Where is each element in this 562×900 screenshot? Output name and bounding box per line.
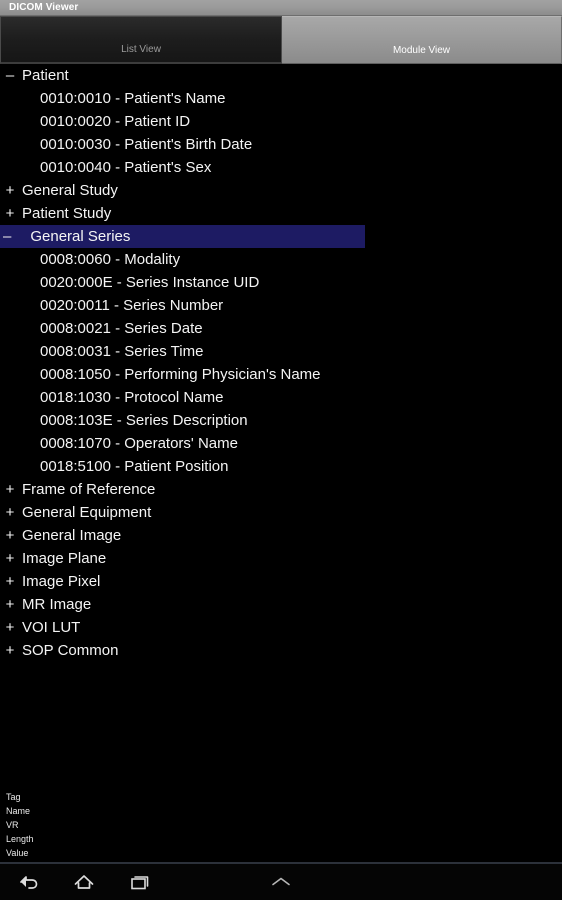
detail-field-tag: Tag (6, 792, 21, 802)
tree-group-label: Image Plane (22, 550, 107, 567)
tree-item-label: 0018:5100 - Patient Position (40, 458, 229, 475)
tree-item-label: 0010:0020 - Patient ID (40, 113, 191, 130)
home-icon (72, 872, 96, 892)
expand-toggle-icon[interactable]: + (3, 639, 17, 662)
tree-group-label: SOP Common (22, 642, 119, 659)
expand-toggle-icon[interactable]: + (3, 547, 17, 570)
tree-item-row[interactable]: 0010:0030 - Patient's Birth Date (0, 133, 562, 156)
tab-label: Module View (392, 45, 451, 56)
tree-group-label: Patient (22, 67, 69, 84)
tree-group-row[interactable]: – Patient (0, 64, 562, 87)
tree-item-row[interactable]: 0008:1070 - Operators' Name (0, 432, 562, 455)
tree-group-row[interactable]: + Patient Study (0, 202, 562, 225)
back-icon (17, 872, 39, 892)
tree-item-row[interactable]: 0018:1030 - Protocol Name (0, 386, 562, 409)
detail-field-length: Length (6, 834, 34, 844)
tree-item-label: 0020:0011 - Series Number (40, 297, 224, 314)
tree-group-row[interactable]: + Frame of Reference (0, 478, 562, 501)
expand-toggle-icon[interactable]: + (3, 616, 17, 639)
expand-toggle-icon[interactable]: + (3, 501, 17, 524)
tree-group-row[interactable]: + General Equipment (0, 501, 562, 524)
tree-group-row[interactable]: + SOP Common (0, 639, 562, 662)
expand-toggle-icon[interactable]: + (3, 478, 17, 501)
expand-toggle-icon[interactable]: + (3, 593, 17, 616)
tree-item-row[interactable]: 0008:1050 - Performing Physician's Name (0, 363, 562, 386)
tree-item-label: 0008:1070 - Operators' Name (40, 435, 238, 452)
tree-item-row[interactable]: 0018:5100 - Patient Position (0, 455, 562, 478)
tree-item-row[interactable]: 0010:0020 - Patient ID (0, 110, 562, 133)
recents-button[interactable] (112, 864, 168, 900)
tree-item-row[interactable]: 0008:0031 - Series Time (0, 340, 562, 363)
tree-group-row[interactable]: + VOI LUT (0, 616, 562, 639)
tree-group-row[interactable]: – General Series (0, 225, 562, 248)
detail-field-vr: VR (6, 820, 19, 830)
tree-group-label: General Study (22, 182, 118, 199)
collapse-toggle-icon[interactable]: – (3, 228, 11, 245)
tag-detail-panel: Tag Name VR Length Value (0, 790, 562, 862)
dicom-module-tree[interactable]: – Patient 0010:0010 - Patient's Name 0010:0… (0, 64, 562, 782)
tree-item-label: 0008:0060 - Modality (40, 251, 181, 268)
tree-item-label: 0008:103E - Series Description (40, 412, 248, 429)
back-button[interactable] (0, 864, 56, 900)
tree-group-row[interactable]: + General Image (0, 524, 562, 547)
tree-group-row[interactable]: + Image Plane (0, 547, 562, 570)
detail-field-name: Name (6, 806, 31, 816)
tree-item-label: 0020:000E - Series Instance UID (40, 274, 260, 291)
tree-group-label: Patient Study (22, 205, 112, 222)
tree-group-label: Image Pixel (22, 573, 101, 590)
view-tab-strip: List View Module View (0, 16, 562, 64)
tree-item-label: 0010:0030 - Patient's Birth Date (40, 136, 253, 153)
tab-label: List View (121, 44, 161, 55)
tree-group-label: General Image (22, 527, 122, 544)
expand-toggle-icon[interactable]: + (3, 179, 17, 202)
tree-item-row[interactable]: 0010:0010 - Patient's Name (0, 87, 562, 110)
expand-toggle-icon[interactable]: + (3, 570, 17, 593)
tree-item-row[interactable]: 0020:0011 - Series Number (0, 294, 562, 317)
tree-group-row[interactable]: + MR Image (0, 593, 562, 616)
tree-group-label: Frame of Reference (22, 481, 156, 498)
expand-toggle-icon[interactable]: + (3, 202, 17, 225)
tree-item-label: 0008:0021 - Series Date (40, 320, 203, 337)
chevron-up-icon (268, 875, 294, 889)
tree-item-row[interactable]: 0008:103E - Series Description (0, 409, 562, 432)
system-navigation-bar (0, 864, 562, 900)
show-navigation-button[interactable] (253, 864, 309, 900)
detail-field-value: Value (6, 848, 29, 858)
tree-item-label: 0018:1030 - Protocol Name (40, 389, 224, 406)
tab-list-view[interactable]: List View (0, 16, 282, 64)
tree-item-label: 0008:0031 - Series Time (40, 343, 204, 360)
dicom-viewer-app: DICOM Viewer List View Module View – Patie… (0, 0, 562, 900)
tree-item-row[interactable]: 0010:0040 - Patient's Sex (0, 156, 562, 179)
tree-item-row[interactable]: 0020:000E - Series Instance UID (0, 271, 562, 294)
tree-group-row[interactable]: + Image Pixel (0, 570, 562, 593)
collapse-toggle-icon[interactable]: – (3, 64, 17, 87)
title-bar: DICOM Viewer (0, 0, 562, 16)
recents-icon (128, 872, 152, 892)
tree-item-label: 0010:0010 - Patient's Name (40, 90, 226, 107)
tree-item-label: 0008:1050 - Performing Physician's Name (40, 366, 321, 383)
tree-item-label: 0010:0040 - Patient's Sex (40, 159, 212, 176)
tree-group-row[interactable]: + General Study (0, 179, 562, 202)
tab-module-view[interactable]: Module View (282, 16, 562, 64)
expand-toggle-icon[interactable]: + (3, 524, 17, 547)
tree-group-label: General Series (30, 228, 131, 245)
tree-group-label: MR Image (22, 596, 92, 613)
tree-item-row[interactable]: 0008:0021 - Series Date (0, 317, 562, 340)
home-button[interactable] (56, 864, 112, 900)
app-title: DICOM Viewer (9, 2, 79, 13)
tree-item-row[interactable]: 0008:0060 - Modality (0, 248, 562, 271)
tree-group-label: VOI LUT (22, 619, 81, 636)
tree-group-label: General Equipment (22, 504, 152, 521)
